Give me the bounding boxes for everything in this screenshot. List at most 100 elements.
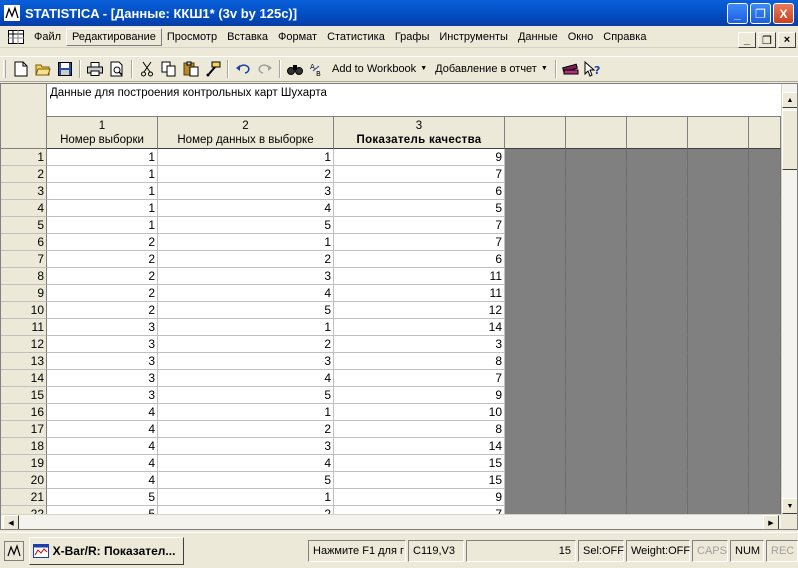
- cut-scissors-icon[interactable]: [136, 58, 158, 80]
- table-cell[interactable]: 14: [334, 438, 505, 455]
- column-header-empty[interactable]: [627, 117, 688, 149]
- column-header-empty[interactable]: [688, 117, 749, 149]
- table-cell[interactable]: 1: [47, 183, 158, 200]
- row-header[interactable]: 7: [1, 251, 47, 268]
- table-cell[interactable]: 12: [334, 302, 505, 319]
- menu-format[interactable]: Формат: [273, 28, 322, 46]
- column-header-empty[interactable]: [749, 117, 781, 149]
- horizontal-scrollbar[interactable]: ◀ ▶: [1, 514, 781, 529]
- table-cell[interactable]: 6: [334, 183, 505, 200]
- copy-icon[interactable]: [158, 58, 180, 80]
- column-header-empty[interactable]: [505, 117, 566, 149]
- status-weight[interactable]: Weight:OFF: [626, 539, 690, 562]
- table-cell[interactable]: 10: [334, 404, 505, 421]
- row-header[interactable]: 6: [1, 234, 47, 251]
- row-header[interactable]: 12: [1, 336, 47, 353]
- table-cell[interactable]: 5: [158, 472, 334, 489]
- restore-button[interactable]: ❐: [750, 3, 771, 24]
- size-grip[interactable]: [781, 514, 797, 529]
- goto-icon[interactable]: AB: [306, 58, 328, 80]
- scroll-down-arrow-icon[interactable]: ▼: [782, 498, 797, 514]
- books-icon[interactable]: [560, 58, 582, 80]
- table-cell[interactable]: 1: [158, 319, 334, 336]
- table-cell[interactable]: 3: [47, 353, 158, 370]
- table-cell[interactable]: 1: [158, 234, 334, 251]
- row-header[interactable]: 11: [1, 319, 47, 336]
- table-cell[interactable]: 7: [334, 166, 505, 183]
- table-cell[interactable]: 9: [334, 387, 505, 404]
- table-cell[interactable]: 4: [47, 438, 158, 455]
- table-cell[interactable]: 7: [334, 234, 505, 251]
- table-cell[interactable]: 3: [334, 336, 505, 353]
- spreadsheet-doc-icon[interactable]: [8, 29, 26, 45]
- toolbar-grip[interactable]: [3, 60, 6, 78]
- table-cell[interactable]: 3: [47, 336, 158, 353]
- sheet-corner-select-all[interactable]: [1, 84, 47, 149]
- table-cell[interactable]: 4: [158, 370, 334, 387]
- xbar-r-task-button[interactable]: X-Bar/R: Показател...: [28, 536, 184, 565]
- table-cell[interactable]: 4: [47, 455, 158, 472]
- table-cell[interactable]: 7: [334, 217, 505, 234]
- column-header-3[interactable]: 3 Показатель качества: [334, 117, 505, 149]
- table-cell[interactable]: 5: [158, 387, 334, 404]
- menu-help[interactable]: Справка: [598, 28, 651, 46]
- table-cell[interactable]: 4: [158, 285, 334, 302]
- menu-view[interactable]: Просмотр: [162, 28, 222, 46]
- row-header[interactable]: 19: [1, 455, 47, 472]
- table-cell[interactable]: 5: [334, 200, 505, 217]
- table-cell[interactable]: 2: [158, 251, 334, 268]
- table-cell[interactable]: 1: [47, 166, 158, 183]
- find-binoculars-icon[interactable]: [284, 58, 306, 80]
- row-header[interactable]: 14: [1, 370, 47, 387]
- row-header[interactable]: 2: [1, 166, 47, 183]
- table-cell[interactable]: 15: [334, 455, 505, 472]
- vertical-scrollbar[interactable]: ▲ ▼: [781, 84, 797, 514]
- menu-graphs[interactable]: Графы: [390, 28, 435, 46]
- row-header[interactable]: 17: [1, 421, 47, 438]
- row-header[interactable]: 9: [1, 285, 47, 302]
- menu-data[interactable]: Данные: [513, 28, 563, 46]
- print-icon[interactable]: [84, 58, 106, 80]
- table-cell[interactable]: 4: [47, 472, 158, 489]
- table-cell[interactable]: 2: [158, 421, 334, 438]
- vertical-scroll-thumb[interactable]: [782, 110, 797, 170]
- table-cell[interactable]: 11: [334, 268, 505, 285]
- print-preview-icon[interactable]: [106, 58, 128, 80]
- table-cell[interactable]: 9: [334, 149, 505, 166]
- table-cell[interactable]: 5: [47, 489, 158, 506]
- scroll-left-arrow-icon[interactable]: ◀: [3, 515, 19, 529]
- row-header[interactable]: 16: [1, 404, 47, 421]
- menu-file[interactable]: Файл: [29, 28, 66, 46]
- paste-clipboard-icon[interactable]: [180, 58, 202, 80]
- table-cell[interactable]: 2: [158, 166, 334, 183]
- column-header-2[interactable]: 2 Номер данных в выборке: [158, 117, 334, 149]
- table-cell[interactable]: 1: [47, 217, 158, 234]
- table-cell[interactable]: 1: [47, 149, 158, 166]
- row-header[interactable]: 3: [1, 183, 47, 200]
- row-header[interactable]: 20: [1, 472, 47, 489]
- sheet-info-header[interactable]: Данные для построения контрольных карт Ш…: [47, 84, 781, 117]
- table-cell[interactable]: 4: [158, 455, 334, 472]
- table-cell[interactable]: 2: [47, 285, 158, 302]
- row-header[interactable]: 1: [1, 149, 47, 166]
- row-header[interactable]: 13: [1, 353, 47, 370]
- table-cell[interactable]: 3: [158, 438, 334, 455]
- row-header[interactable]: 4: [1, 200, 47, 217]
- column-header-1[interactable]: 1 Номер выборки: [47, 117, 158, 149]
- statistica-app-icon[interactable]: [4, 5, 20, 21]
- undo-icon[interactable]: [232, 58, 254, 80]
- status-selection[interactable]: Sel:OFF: [578, 539, 624, 562]
- row-header[interactable]: 8: [1, 268, 47, 285]
- table-cell[interactable]: 7: [334, 370, 505, 387]
- table-cell[interactable]: 3: [47, 387, 158, 404]
- redo-icon[interactable]: [254, 58, 276, 80]
- doc-minimize-button[interactable]: _: [738, 32, 756, 48]
- add-to-workbook-button[interactable]: Add to Workbook ▼: [328, 58, 431, 80]
- row-header[interactable]: 5: [1, 217, 47, 234]
- table-cell[interactable]: 3: [47, 370, 158, 387]
- table-cell[interactable]: 2: [47, 268, 158, 285]
- close-button[interactable]: X: [773, 3, 794, 24]
- table-cell[interactable]: 9: [334, 489, 505, 506]
- row-header[interactable]: 10: [1, 302, 47, 319]
- context-help-icon[interactable]: ?: [582, 58, 604, 80]
